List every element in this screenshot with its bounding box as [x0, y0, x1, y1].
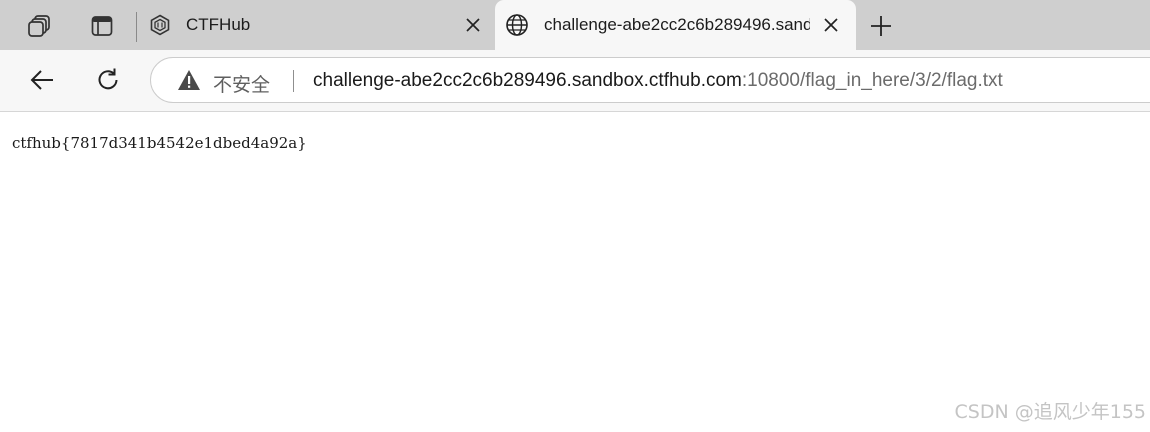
address-separator [293, 70, 294, 92]
refresh-button[interactable] [90, 62, 126, 98]
watermark: CSDN @追风少年155 [954, 401, 1146, 423]
url-host: challenge-abe2cc2c6b289496.sandbox.ctfhu… [313, 70, 742, 91]
tab-ctfhub[interactable]: CTFHub [137, 0, 495, 50]
page-content: ctfhub{7817d341b4542e1dbed4a92a} CSDN @追… [0, 112, 1150, 432]
globe-icon [505, 13, 529, 37]
address-bar[interactable]: 不安全 challenge-abe2cc2c6b289496.sandbox.c… [150, 57, 1150, 103]
security-status-label[interactable]: 不安全 [213, 70, 270, 97]
tab-actions-icon[interactable] [84, 8, 120, 44]
ctfhub-logo-icon [148, 13, 172, 37]
close-icon[interactable] [461, 13, 485, 37]
tab-strip: CTFHub challenge-abe2cc2c6b289496.sandbo… [0, 0, 1150, 51]
back-button[interactable] [24, 62, 60, 98]
flag-text: ctfhub{7817d341b4542e1dbed4a92a} [12, 134, 307, 152]
back-arrow-icon [30, 70, 53, 90]
url-path: :10800/flag_in_here/3/2/flag.txt [741, 70, 1003, 91]
url-text[interactable]: challenge-abe2cc2c6b289496.sandbox.ctfhu… [313, 70, 1003, 92]
new-tab-button[interactable] [863, 8, 899, 44]
warning-icon[interactable] [177, 69, 201, 91]
refresh-icon [98, 68, 118, 90]
toolbar: 不安全 challenge-abe2cc2c6b289496.sandbox.c… [0, 50, 1150, 112]
close-icon[interactable] [819, 13, 843, 37]
plus-icon [871, 16, 891, 36]
workspaces-icon[interactable] [21, 8, 57, 44]
tab-challenge[interactable]: challenge-abe2cc2c6b289496.sandbox.ctfhu… [495, 0, 856, 51]
tab-title: CTFHub [186, 15, 251, 34]
tab-title: challenge-abe2cc2c6b289496.sandbox.ctfhu… [544, 15, 810, 34]
